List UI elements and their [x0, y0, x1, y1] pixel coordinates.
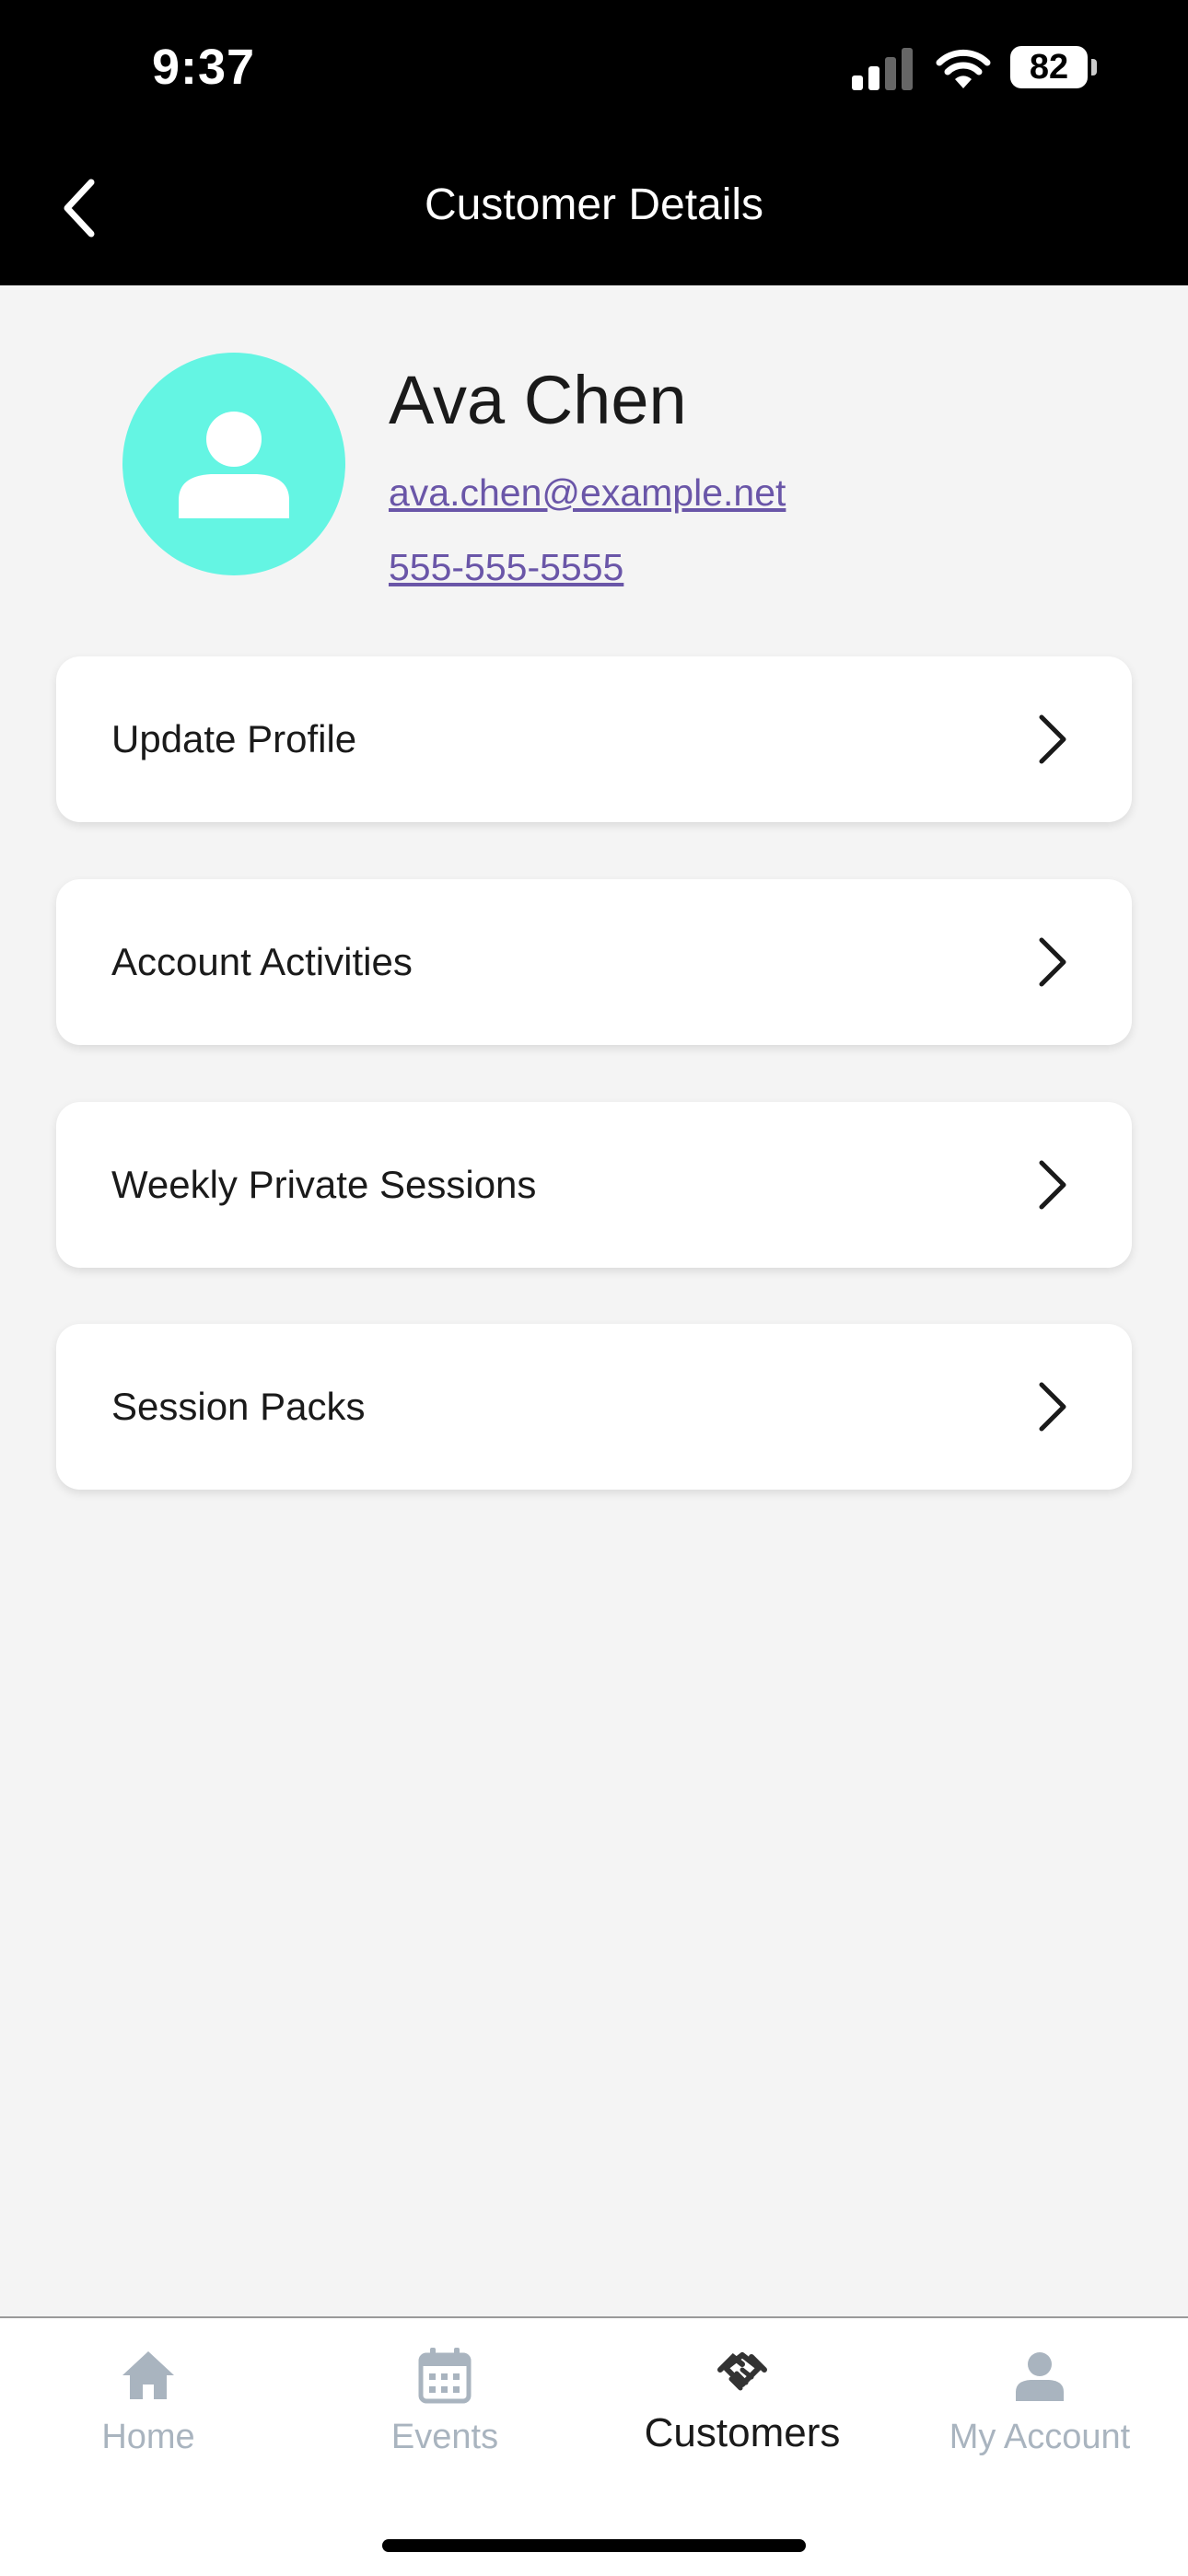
customer-email-link[interactable]: ava.chen@example.net: [389, 471, 786, 515]
card-label: Session Packs: [111, 1385, 366, 1428]
chevron-right-icon: [1039, 1160, 1066, 1210]
tab-my-account[interactable]: My Account: [891, 2318, 1188, 2484]
tab-label: Events: [390, 2418, 499, 2456]
chevron-right-icon: [1039, 1382, 1066, 1432]
person-icon: [1016, 2352, 1064, 2401]
tab-home[interactable]: Home: [0, 2318, 297, 2484]
chevron-right-icon: [1039, 714, 1066, 764]
chevron-right-icon: [1039, 937, 1066, 987]
home-indicator: [382, 2539, 806, 2552]
weekly-private-sessions-card[interactable]: Weekly Private Sessions: [56, 1102, 1132, 1268]
signal-icon: [852, 46, 918, 90]
page-title: Customer Details: [424, 180, 764, 229]
account-activities-card[interactable]: Account Activities: [56, 879, 1132, 1045]
bottom-tab-bar: Home Events Customers My Account: [0, 2316, 1188, 2576]
status-time: 9:37: [152, 40, 256, 95]
person-icon: [179, 412, 289, 518]
tab-customers[interactable]: Customers: [594, 2318, 891, 2484]
battery-tip: [1091, 59, 1097, 75]
app-header: 9:37 82 Customer Details: [0, 0, 1188, 285]
tab-label: Customers: [644, 2410, 841, 2455]
handshake-icon: [717, 2352, 767, 2391]
wifi-icon: [936, 49, 991, 88]
customer-name: Ava Chen: [389, 362, 687, 438]
battery-indicator: 82: [1010, 46, 1088, 88]
card-label: Account Activities: [111, 940, 413, 983]
tab-events[interactable]: Events: [297, 2318, 593, 2484]
home-icon: [122, 2351, 174, 2399]
tab-label: Home: [101, 2418, 195, 2456]
calendar-icon: [418, 2348, 472, 2404]
update-profile-card[interactable]: Update Profile: [56, 656, 1132, 822]
tab-label: My Account: [949, 2418, 1131, 2456]
card-label: Update Profile: [111, 717, 357, 760]
avatar: [122, 353, 345, 575]
card-label: Weekly Private Sessions: [111, 1163, 537, 1206]
session-packs-card[interactable]: Session Packs: [56, 1324, 1132, 1490]
customer-phone-link[interactable]: 555-555-5555: [389, 546, 623, 589]
